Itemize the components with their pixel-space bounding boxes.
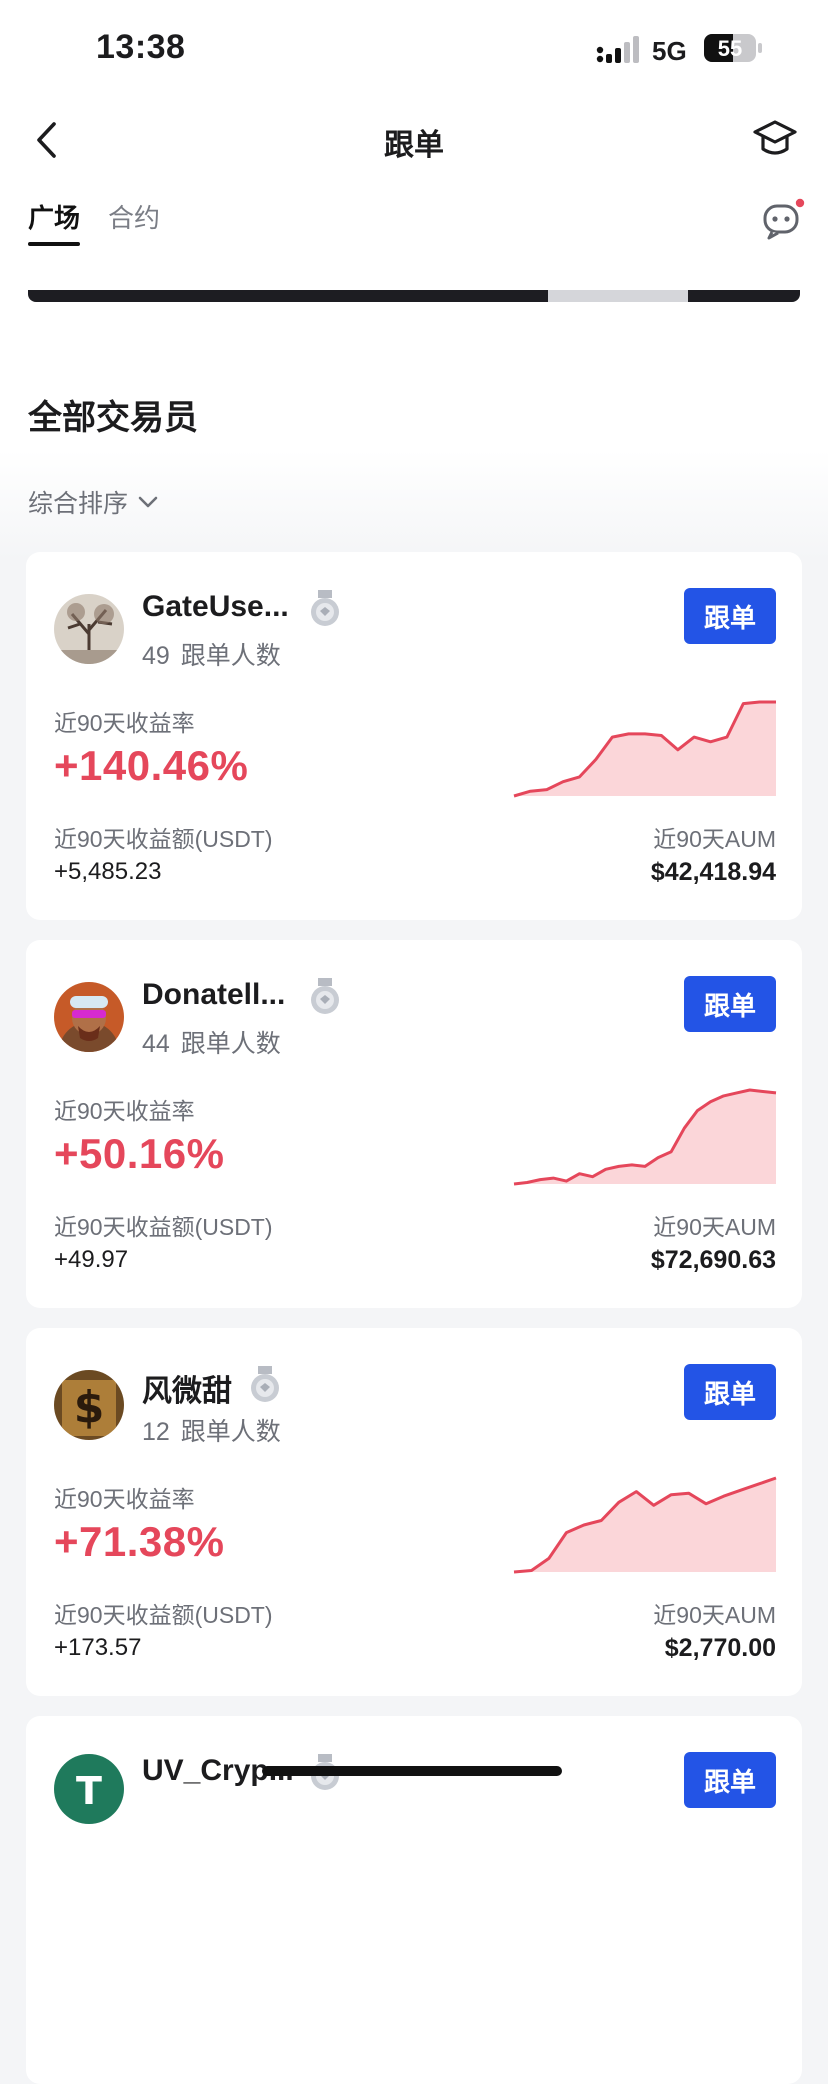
pnl-label: 近90天收益额(USDT)	[54, 1214, 273, 1240]
roi-label: 近90天收益率	[54, 710, 195, 736]
roi-value: +50.16%	[54, 1130, 225, 1177]
trader-card[interactable]: Donatell... 44 跟单人数 跟单 近90天收益率 +50.16% 近…	[26, 940, 802, 1308]
pnl-value: +49.97	[54, 1246, 129, 1273]
roi-label: 近90天收益率	[54, 1486, 195, 1512]
medal-icon	[311, 978, 339, 1014]
trend-area	[514, 1090, 776, 1184]
followers-count: 12 跟单人数	[142, 1418, 281, 1446]
pnl-label: 近90天收益额(USDT)	[54, 826, 273, 852]
pnl-value: +173.57	[54, 1634, 142, 1661]
roi-value: +140.46%	[54, 742, 249, 789]
aum-value: $72,690.63	[650, 1246, 776, 1274]
battery-tip	[758, 43, 762, 53]
chat-bot-icon[interactable]	[760, 196, 806, 242]
aum-label: 近90天AUM	[653, 1602, 776, 1628]
follow-button[interactable]: 跟单	[684, 1752, 776, 1808]
battery-level: 55	[717, 36, 743, 61]
pnl-value: +5,485.23	[54, 858, 162, 885]
pnl-label: 近90天收益额(USDT)	[54, 1602, 273, 1628]
tab-contract[interactable]: 合约	[108, 198, 160, 235]
roi-label: 近90天收益率	[54, 1098, 195, 1124]
medal-icon	[311, 590, 339, 626]
avatar[interactable]: T	[54, 1754, 124, 1824]
tab-active-indicator	[28, 242, 80, 246]
page-title: 跟单	[384, 129, 444, 162]
aum-label: 近90天AUM	[653, 826, 776, 852]
sort-label: 综合排序	[28, 490, 129, 518]
avatar[interactable]	[54, 594, 124, 664]
aum-label: 近90天AUM	[653, 1214, 776, 1240]
trader-name[interactable]: 风微甜	[142, 1366, 232, 1410]
svg-text:$: $	[74, 1382, 105, 1433]
avatar[interactable]	[54, 982, 124, 1052]
section-title: 全部交易员	[28, 399, 198, 437]
graduation-cap-icon[interactable]	[752, 116, 798, 162]
banner[interactable]	[28, 290, 800, 302]
signal-icon	[596, 36, 639, 63]
trader-name[interactable]: Donatell...	[142, 978, 285, 1012]
roi-value: +71.38%	[54, 1518, 225, 1565]
trend-chart	[513, 1088, 777, 1186]
trader-name[interactable]: GateUse...	[142, 590, 289, 624]
followers-count: 49 跟单人数	[142, 642, 281, 670]
chevron-down-icon	[138, 496, 158, 508]
sort-dropdown[interactable]: 综合排序	[28, 484, 160, 520]
tab-plaza[interactable]: 广场	[28, 198, 80, 235]
aum-value: $42,418.94	[650, 858, 776, 886]
follow-button[interactable]: 跟单	[684, 1364, 776, 1420]
follow-button[interactable]: 跟单	[684, 976, 776, 1032]
followers-count: 44 跟单人数	[142, 1030, 281, 1058]
trader-card[interactable]: GateUse... 49 跟单人数 跟单 近90天收益率 +140.46% 近…	[26, 552, 802, 920]
medal-icon	[251, 1366, 279, 1402]
network-type: 5G	[652, 36, 687, 66]
header-area	[0, 0, 828, 560]
aum-value: $2,770.00	[664, 1634, 776, 1662]
trader-card[interactable]: $ 风微甜 12 跟单人数 跟单 近90天收益率 +71.38% 近90天收益额…	[26, 1328, 802, 1696]
home-indicator	[262, 1766, 562, 1776]
follow-button[interactable]: 跟单	[684, 588, 776, 644]
trend-chart	[513, 700, 776, 798]
trend-chart	[513, 1476, 777, 1574]
svg-text:T: T	[76, 1769, 102, 1813]
battery-icon: 55	[704, 34, 756, 62]
status-time: 13:38	[96, 28, 186, 66]
avatar[interactable]: $	[54, 1370, 124, 1440]
